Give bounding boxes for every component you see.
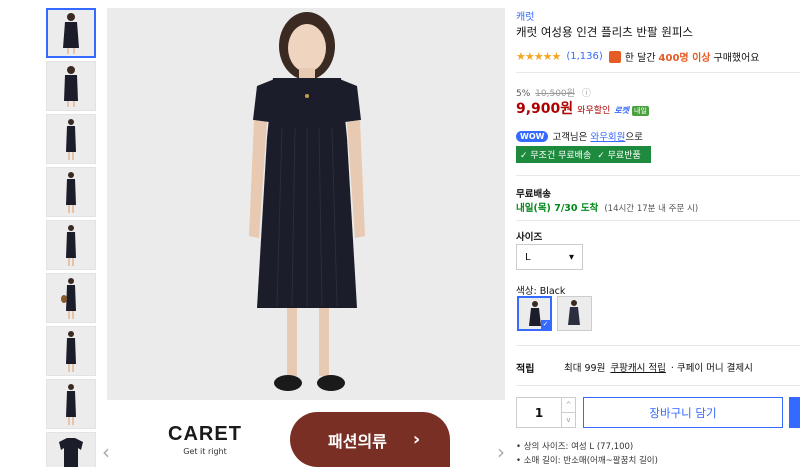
sale-price: 9,900원 (516, 101, 574, 117)
wow-sale-label: 와우할인 (577, 106, 611, 116)
main-product-image (107, 8, 505, 400)
category-label: 패션의류 (328, 431, 387, 451)
divider (516, 385, 800, 386)
divider (516, 345, 800, 346)
carousel-prev-button[interactable]: ‹ (102, 440, 110, 464)
star-rating-icon: ★★★★★ (516, 50, 561, 63)
review-count-link[interactable]: (1,136) (566, 51, 602, 62)
divider (516, 72, 800, 73)
thumbnail-2[interactable] (46, 61, 96, 111)
buy-count: 400명 이상 (658, 53, 711, 64)
free-return-label: ✓ 무료반품 (597, 151, 641, 161)
rocket-tag: 내일 (632, 106, 649, 116)
color-option-2[interactable] (557, 296, 592, 331)
wow-badge: WOW (516, 130, 549, 142)
category-link[interactable]: 패션의류 › (290, 412, 450, 467)
spec-item: • 상의 사이즈: 여성 L (77,100) (516, 442, 634, 452)
thumbnail-9[interactable] (46, 432, 96, 467)
free-benefits-badge: ✓ 무조건 무료배송 ✓ 무료반품 (516, 146, 651, 163)
buy-suffix: 구매했어요 (713, 53, 760, 64)
thumbnail-6[interactable] (46, 273, 96, 323)
earn-suffix: · 쿠페이 머니 결제시 (670, 363, 753, 374)
check-icon: ✓ (541, 320, 550, 329)
coupang-cash-link[interactable]: 쿠팡캐시 적립 (610, 363, 665, 374)
thumbnail-3[interactable] (46, 114, 96, 164)
caret-logo-text: CARET (168, 423, 242, 445)
wow-prefix: 고객님은 (552, 132, 588, 143)
buy-prefix: 한 달간 (624, 53, 656, 64)
dropdown-arrow-icon: ▾ (568, 251, 574, 263)
quantity-stepper[interactable]: 1 ^ v (516, 397, 576, 428)
caret-tagline: Get it right (183, 447, 227, 456)
thumbnail-5[interactable] (46, 220, 96, 270)
thumbnail-8[interactable] (46, 379, 96, 429)
size-label: 사이즈 (516, 232, 543, 243)
earn-info: 최대 99원 쿠팡캐시 적립 · 쿠페이 머니 결제시 (564, 360, 753, 374)
delivery-date: 내일(목) 7/30 도착 (14시간 17분 내 주문 시) (516, 200, 698, 214)
spec-item: • 소매 길이: 반소매(어깨~팔꿈치 길이) (516, 456, 658, 466)
rating-row: ★★★★★ (1,136) 한 달간 400명 이상 구매했어요 (516, 49, 760, 64)
carousel-next-button[interactable]: › (497, 440, 505, 464)
product-title: 캐럿 여성용 인견 플리츠 반팔 원피스 (516, 25, 693, 39)
size-value: L (525, 251, 531, 263)
delivery-date-note: (14시간 17분 내 주문 시) (604, 204, 699, 214)
thumbnail-1[interactable] (46, 8, 96, 58)
wow-suffix: 으로 (625, 132, 643, 143)
caret-logo: CARET Get it right (120, 412, 290, 467)
earn-prefix: 최대 99원 (564, 363, 606, 374)
quantity-value[interactable]: 1 (517, 398, 561, 427)
brand-banner[interactable]: CARET Get it right 패션의류 › (120, 412, 450, 467)
thumbnail-list (46, 8, 96, 467)
shipping-label: 무료배송 (516, 189, 551, 200)
brand-link[interactable]: 캐럿 (516, 8, 534, 23)
wow-row: WOW 고객님은 와우회원 으로 (516, 129, 643, 143)
chevron-right-icon: › (412, 429, 421, 450)
add-to-cart-button[interactable]: 장바구니 담기 (583, 397, 783, 428)
thumbnail-7[interactable] (46, 326, 96, 376)
color-label: 색상: Black (516, 286, 566, 297)
shopping-bag-icon (608, 50, 621, 63)
free-shipping-label: ✓ 무조건 무료배송 (520, 151, 592, 161)
chevron-down-icon[interactable]: v (562, 413, 575, 427)
rocket-icon: 로켓 (614, 106, 630, 115)
divider (516, 220, 800, 221)
delivery-date-strong: 내일(목) 7/30 도착 (516, 203, 599, 214)
wow-member-link[interactable]: 와우회원 (590, 129, 625, 143)
buy-now-button[interactable] (789, 397, 800, 428)
divider (516, 175, 800, 176)
chevron-up-icon[interactable]: ^ (562, 398, 575, 413)
earn-label: 적립 (516, 364, 535, 375)
size-select[interactable]: L ▾ (516, 244, 583, 270)
thumbnail-4[interactable] (46, 167, 96, 217)
price-row: 9,900원 와우할인 로켓 내일 (516, 98, 649, 118)
color-option-black[interactable]: ✓ (517, 296, 552, 331)
